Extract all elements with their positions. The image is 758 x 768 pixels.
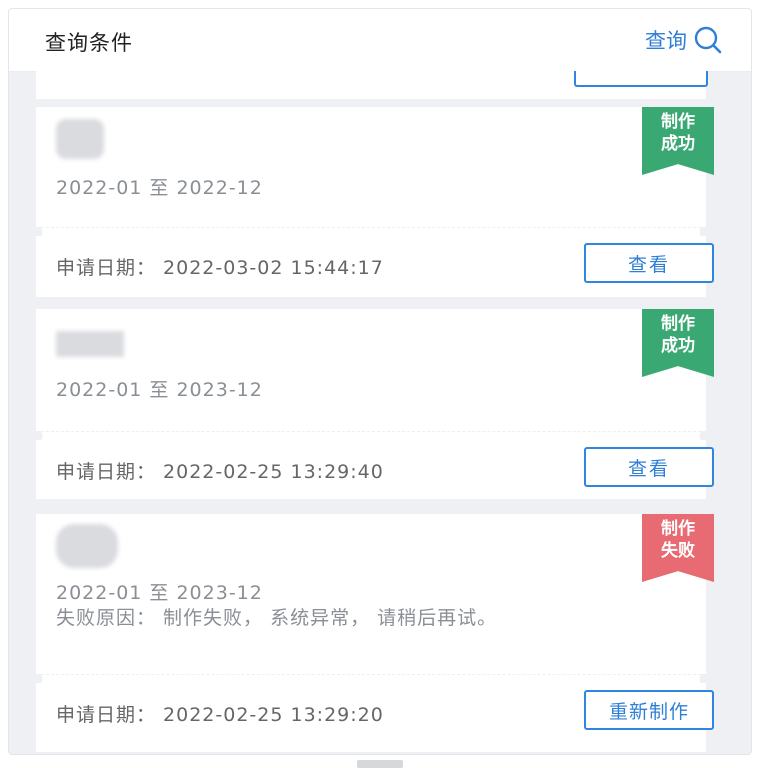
scroll-handle[interactable] [357,760,403,768]
record-footer: 申请日期： 2022-02-25 13:29:40 查看 [36,435,714,501]
view-button[interactable]: 查看 [584,447,714,487]
status-badge: 制作 成功 [642,107,714,175]
query-label: 查询 [645,29,687,53]
view-button[interactable]: 查看 [584,243,714,283]
record-card: 2022-01 至 2023-12 失败原因： 制作失败， 系统异常， 请稍后再… [36,514,714,752]
query-button[interactable]: 查询 [645,25,723,55]
remake-button[interactable]: 重新制作 [584,690,714,730]
record-card: 2022-01 至 2022-12 制作 成功 申请日期： 2022-03-02 … [36,107,714,297]
status-badge: 制作 失败 [642,514,714,582]
previous-card-button[interactable] [574,71,708,87]
record-footer: 申请日期： 2022-03-02 15:44:17 查看 [36,231,714,297]
record-footer: 申请日期： 2022-02-25 13:29:20 重新制作 [36,678,714,744]
failure-reason: 失败原因： 制作失败， 系统异常， 请稍后再试。 [56,607,498,629]
status-badge: 制作 成功 [642,309,714,377]
avatar [56,524,128,568]
record-period: 2022-01 至 2023-12 [56,582,263,604]
query-header: 查询条件 查询 [9,9,751,72]
apply-date: 申请日期： 2022-02-25 13:29:20 [56,704,384,726]
apply-date: 申请日期： 2022-02-25 13:29:40 [56,461,384,483]
record-period: 2022-01 至 2022-12 [56,177,263,199]
record-period: 2022-01 至 2023-12 [56,379,263,401]
record-card: 2022-01 至 2023-12 制作 成功 申请日期： 2022-02-25 … [36,309,714,501]
avatar [56,119,128,161]
avatar [56,331,128,373]
search-icon [693,25,723,55]
page-title: 查询条件 [45,31,133,55]
app-frame: 查询条件 查询 2022-01 至 2022-12 制作 成功 申请日期： 202… [8,8,752,755]
apply-date: 申请日期： 2022-03-02 15:44:17 [56,257,384,279]
